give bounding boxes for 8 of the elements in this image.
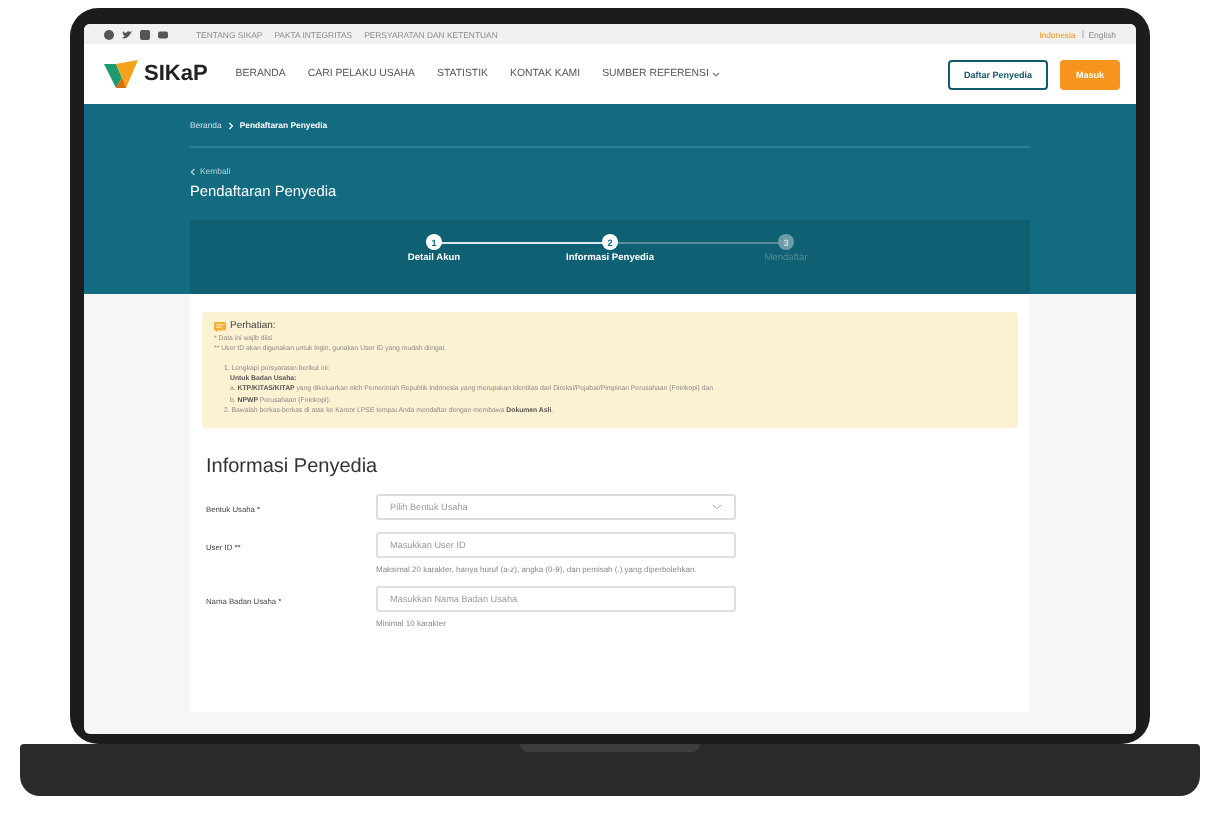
logo-text: SIKaP	[144, 62, 208, 86]
message-icon	[214, 322, 226, 333]
section-title: Informasi Penyedia	[206, 455, 380, 478]
chevron-right-icon	[227, 121, 234, 129]
chevron-down-icon	[712, 71, 721, 77]
chevron-down-icon	[712, 503, 722, 510]
logo-icon	[104, 59, 138, 89]
chevron-left-icon	[190, 167, 196, 175]
